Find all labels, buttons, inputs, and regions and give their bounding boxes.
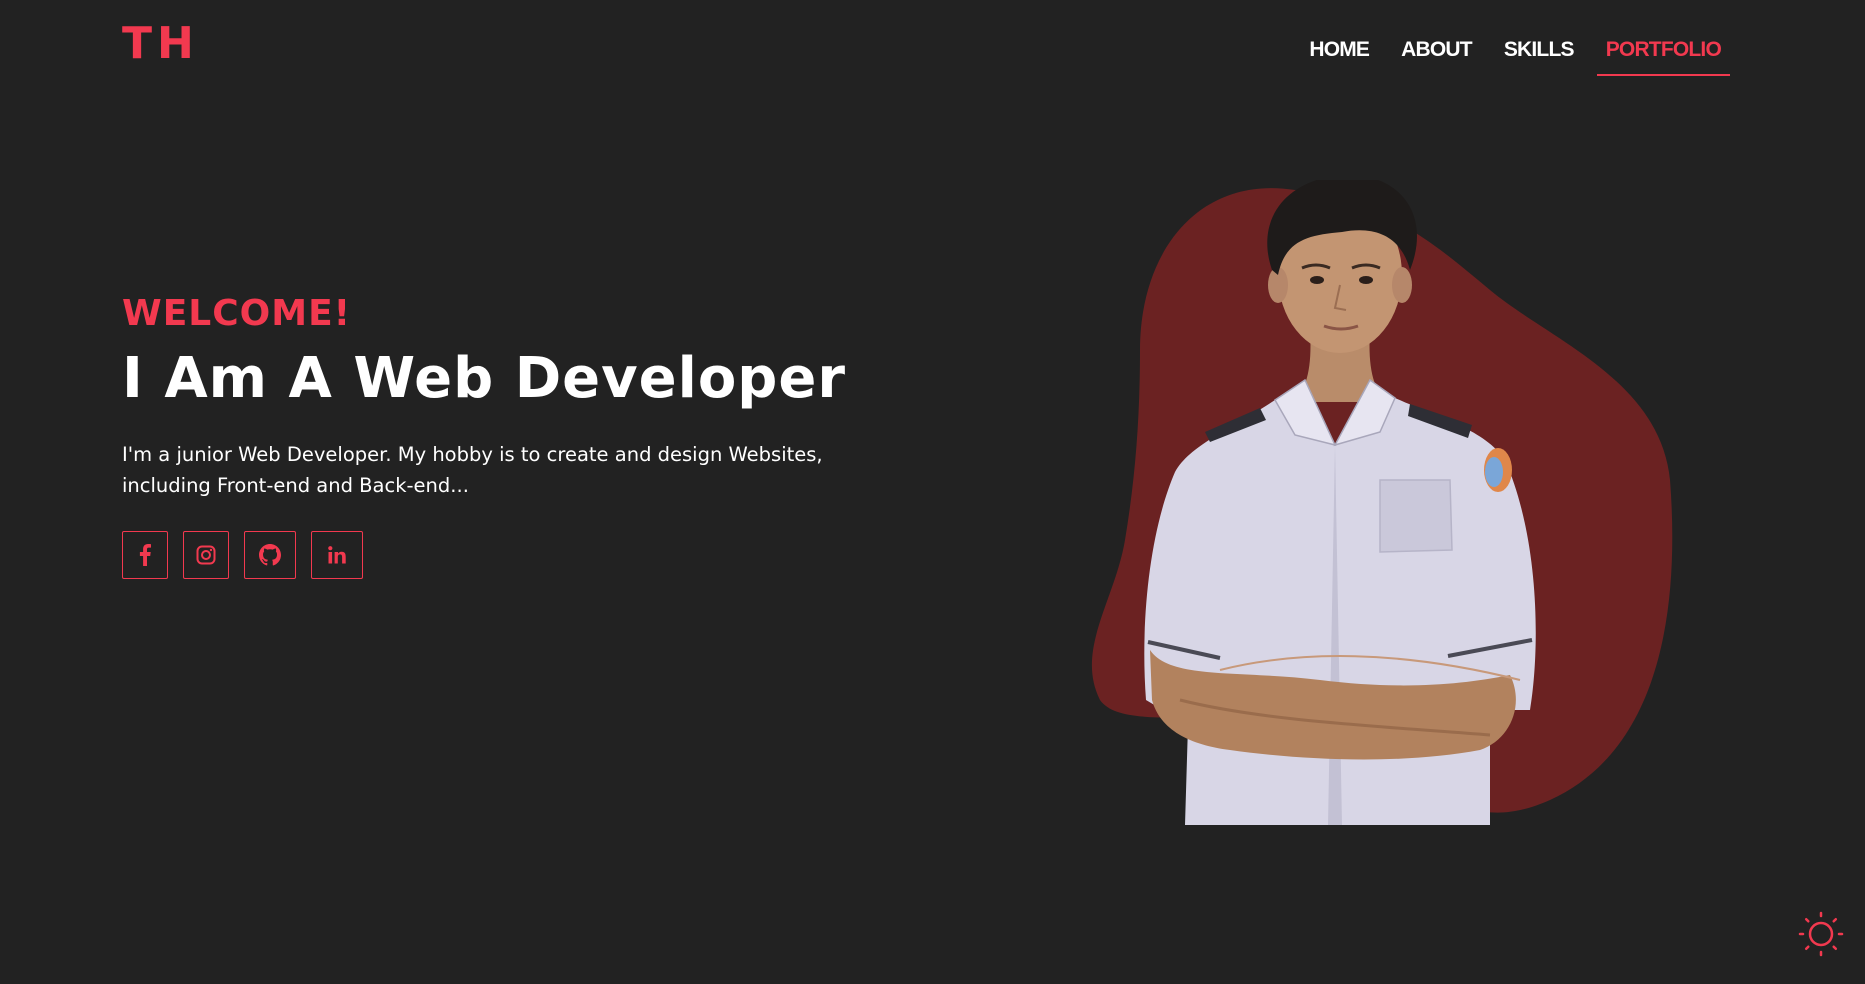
github-link[interactable] <box>244 530 296 579</box>
hero-headline: I Am A Web Developer <box>122 346 846 411</box>
nav-portfolio[interactable]: PORTFOLIO <box>1596 36 1731 76</box>
hero-bio: I'm a junior Web Developer. My hobby is … <box>122 442 823 497</box>
social-links <box>122 530 882 579</box>
theme-toggle-button[interactable] <box>1798 911 1844 957</box>
welcome-heading: WELCOME! <box>122 293 352 334</box>
facebook-icon <box>139 543 151 566</box>
hero-section: WELCOME! I Am A Web Developer I'm a juni… <box>122 296 882 579</box>
main-nav: HOME ABOUT SKILLS PORTFOLIO <box>1286 36 1731 76</box>
instagram-icon <box>196 545 216 565</box>
page: TH HOME ABOUT SKILLS PORTFOLIO WELCOME! … <box>0 0 1865 984</box>
nav-home[interactable]: HOME <box>1300 36 1378 76</box>
linkedin-link[interactable] <box>311 530 363 579</box>
profile-portrait <box>1080 180 1700 830</box>
instagram-link[interactable] <box>183 530 229 579</box>
sun-icon <box>1798 911 1844 957</box>
facebook-link[interactable] <box>122 530 168 579</box>
nav-skills[interactable]: SKILLS <box>1495 36 1583 76</box>
nav-about[interactable]: ABOUT <box>1392 36 1481 76</box>
logo[interactable]: TH <box>122 22 199 66</box>
github-icon <box>259 543 281 566</box>
linkedin-icon <box>328 545 346 564</box>
profile-photo <box>1144 180 1536 825</box>
